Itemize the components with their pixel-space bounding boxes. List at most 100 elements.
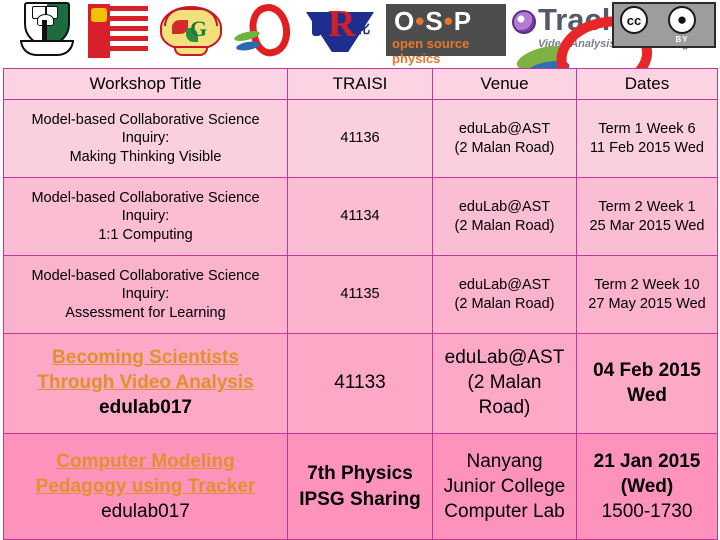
cell-venue: Nanyang Junior College Computer Lab (432, 433, 577, 540)
column-header-dates: Dates (576, 68, 718, 100)
cell-dates: 04 Feb 2015 Wed (576, 333, 718, 434)
cell-traisi-code: 41133 (287, 333, 433, 434)
table-header-row: Workshop Title TRAISI Venue Dates (3, 68, 718, 100)
workshop-title-link[interactable]: Pedagogy using Tracker (10, 474, 281, 499)
osp-letter-p: P (453, 6, 473, 36)
workshop-code: edulab017 (99, 396, 192, 418)
venue-line: eduLab@AST (458, 199, 551, 216)
title-line: Model-based Collaborative Science (31, 190, 260, 207)
column-header-workshop-title: Workshop Title (3, 68, 288, 100)
workshop-code: edulab017 (101, 501, 190, 523)
date-line: Term 1 Week 6 (598, 121, 696, 138)
cell-dates: 21 Jan 2015 (Wed) 1500-1730 (576, 433, 718, 540)
venue-line: Junior College (443, 475, 566, 497)
title-line: Model-based Collaborative Science (31, 268, 260, 285)
tracker-ball-icon (512, 10, 536, 34)
title-line: Inquiry: (121, 130, 170, 147)
osp-dot: • (443, 6, 454, 36)
venue-line: (2 Malan (467, 372, 542, 394)
cell-workshop-title: Model-based Collaborative Science Inquir… (3, 255, 288, 334)
cell-traisi-code: 7th Physics IPSG Sharing (287, 433, 433, 540)
cell-venue: eduLab@AST (2 Malan Road) (432, 333, 577, 434)
title-line: Model-based Collaborative Science (31, 112, 260, 129)
cell-workshop-title: Becoming Scientists Through Video Analys… (3, 333, 288, 434)
title-line: Inquiry: (121, 286, 170, 303)
title-line: Assessment for Learning (65, 304, 226, 321)
cell-dates: Term 1 Week 6 11 Feb 2015 Wed (576, 99, 718, 178)
osp-dot: • (415, 6, 426, 36)
venue-line: (2 Malan Road) (454, 217, 555, 234)
nie-crest-logo (18, 2, 76, 60)
cell-workshop-title: Model-based Collaborative Science Inquir… (3, 99, 288, 178)
title-line: 1:1 Computing (98, 226, 193, 243)
workshop-title-link[interactable]: Through Video Analysis (10, 371, 281, 396)
crest-ribbon (20, 40, 74, 56)
rv-letter-r: R (328, 3, 356, 45)
date-line: 11 Feb 2015 Wed (590, 139, 704, 156)
date-line: 27 May 2015 Wed (588, 295, 706, 312)
osp-letters: O•S•P (394, 6, 472, 37)
date-line: 1500-1730 (601, 501, 693, 523)
title-line: Making Thinking Visible (69, 148, 222, 165)
cell-traisi-code: 41134 (287, 177, 433, 256)
cell-traisi-code: 41135 (287, 255, 433, 334)
venue-line: eduLab@AST (458, 121, 551, 138)
cell-venue: eduLab@AST (2 Malan Road) (432, 177, 577, 256)
osp-letter-o: O (394, 6, 416, 36)
table-row: Computer Modeling Pedagogy using Tracker… (3, 433, 718, 540)
venue-line: eduLab@AST (458, 277, 551, 294)
date-line: Term 2 Week 10 (594, 277, 700, 294)
date-line: Term 2 Week 1 (598, 199, 696, 216)
cell-dates: Term 2 Week 1 25 Mar 2015 Wed (576, 177, 718, 256)
rv-chinese-mark: 化 (356, 21, 370, 36)
ccby-label: BY (675, 35, 689, 44)
table-row: Model-based Collaborative Science Inquir… (3, 177, 718, 256)
crest-torch-icon (42, 20, 47, 40)
venue-line: Nanyang (466, 450, 543, 472)
venue-line: (2 Malan Road) (454, 295, 555, 312)
column-header-traisi: TRAISI (287, 68, 433, 100)
traisi-line: 7th Physics (307, 463, 413, 485)
flag-stripe (110, 46, 148, 51)
venue-line: Road) (478, 396, 531, 418)
table-row: Becoming Scientists Through Video Analys… (3, 333, 718, 434)
river-valley-logo: R 化 (304, 3, 376, 58)
venue-line: eduLab@AST (444, 347, 565, 369)
school-fan-crest-logo: G (160, 2, 222, 60)
osp-subtitle: open source physics (392, 36, 470, 66)
date-line: (Wed) (620, 475, 674, 497)
cell-venue: eduLab@AST (2 Malan Road) (432, 255, 577, 334)
column-header-venue: Venue (432, 68, 577, 100)
lion-icon (91, 8, 107, 22)
fan-base (174, 46, 208, 56)
osp-letter-s: S (425, 6, 444, 36)
open-source-physics-logo: O•S•P open source physics (386, 4, 506, 66)
fan-letter-g: G (190, 16, 208, 41)
cell-workshop-title: Computer Modeling Pedagogy using Tracker… (3, 433, 288, 540)
date-line: 25 Mar 2015 Wed (589, 217, 705, 234)
cell-dates: Term 2 Week 10 27 May 2015 Wed (576, 255, 718, 334)
workshop-title-link[interactable]: Computer Modeling (10, 449, 281, 474)
table-row: Model-based Collaborative Science Inquir… (3, 255, 718, 334)
cell-traisi-code: 41136 (287, 99, 433, 178)
workshop-schedule-table: Workshop Title TRAISI Venue Dates Model-… (3, 68, 718, 540)
creative-commons-by-badge: cc ● BY (612, 2, 716, 48)
workshop-title-link[interactable]: Becoming Scientists (10, 346, 281, 371)
rv-figure-icon (312, 18, 321, 36)
venue-line: Computer Lab (444, 501, 565, 523)
attribution-person-icon: ● (668, 6, 696, 34)
title-line: Inquiry: (121, 208, 170, 225)
date-line: Wed (627, 384, 667, 406)
singapore-flag-logo (88, 4, 148, 58)
date-line: 04 Feb 2015 (593, 359, 701, 381)
traisi-line: IPSG Sharing (299, 488, 421, 510)
venue-line: (2 Malan Road) (454, 139, 555, 156)
cc-icon: cc (620, 6, 648, 34)
slide-page: G R 化 O•S•P open source physics Tracker … (0, 0, 720, 540)
table-row: Model-based Collaborative Science Inquir… (3, 99, 718, 178)
date-line: 21 Jan 2015 (593, 450, 701, 472)
logo-header-strip: G R 化 O•S•P open source physics Tracker … (0, 0, 720, 103)
cell-workshop-title: Model-based Collaborative Science Inquir… (3, 177, 288, 256)
cell-venue: eduLab@AST (2 Malan Road) (432, 99, 577, 178)
ast-loop-logo (232, 0, 295, 60)
